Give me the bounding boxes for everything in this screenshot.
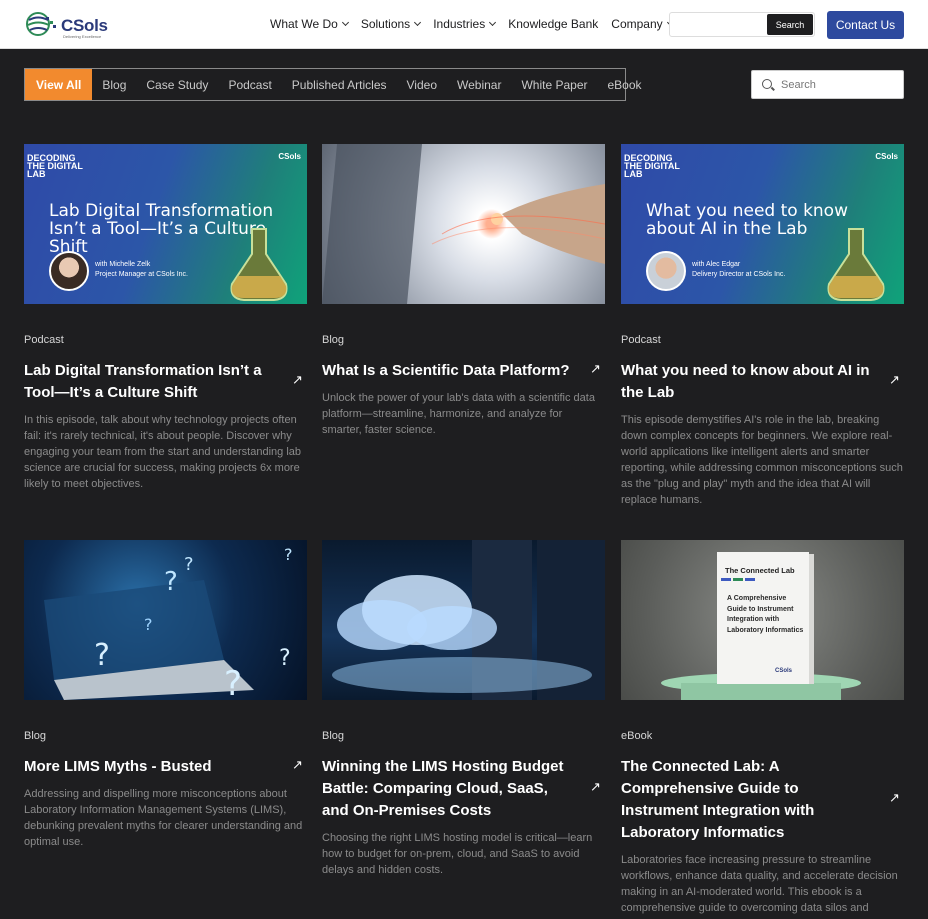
series-label: DECODING THE DIGITAL LAB: [27, 153, 83, 179]
filter-white-paper[interactable]: White Paper: [511, 69, 597, 100]
arrow-up-right-icon[interactable]: ↗: [292, 757, 303, 773]
nav-label: Industries: [433, 17, 486, 31]
svg-text:?: ?: [184, 554, 194, 575]
logo-tagline: Delivering Excellence: [63, 34, 102, 39]
laptop-question-marks-image: ? ? ? ? ? ? ?: [44, 545, 293, 700]
filter-webinar[interactable]: Webinar: [447, 69, 511, 100]
card-description: Laboratories face increasing pressure to…: [621, 854, 898, 914]
avatar: [49, 251, 89, 291]
svg-text:?: ?: [279, 646, 291, 671]
svg-text:?: ?: [94, 638, 110, 673]
arrow-up-right-icon[interactable]: ↗: [889, 790, 900, 806]
card-thumbnail[interactable]: DECODING THE DIGITAL LAB CSols Lab Digit…: [24, 144, 307, 304]
filter-podcast[interactable]: Podcast: [218, 69, 281, 100]
series-label: DECODING THE DIGITAL LAB: [624, 153, 680, 179]
filter-view-all[interactable]: View All: [25, 69, 93, 100]
cloud-server-image: [332, 540, 605, 700]
filter-published-articles[interactable]: Published Articles: [282, 69, 397, 100]
card-description: Unlock the power of your lab's data with…: [322, 392, 595, 436]
category-filter-bar: View All Blog Case Study Podcast Publish…: [24, 68, 642, 101]
logo-globe-icon: [26, 12, 56, 36]
guest-name: with Michelle Zelk: [95, 261, 151, 268]
card-title[interactable]: What you need to know about AI in the La…: [621, 360, 876, 404]
card-thumbnail[interactable]: [322, 144, 605, 304]
filter-blog[interactable]: Blog: [92, 69, 136, 100]
avatar: [646, 251, 686, 291]
nav-knowledge-bank[interactable]: Knowledge Bank: [508, 17, 598, 31]
svg-text:?: ?: [164, 567, 178, 597]
card-description: Addressing and dispelling more misconcep…: [24, 788, 303, 848]
guest-info: with Alec Edgar Delivery Director at CSol…: [692, 260, 785, 280]
header-search-input[interactable]: Search: [669, 12, 815, 37]
card-thumbnail[interactable]: [322, 540, 605, 700]
card-category: Blog: [322, 730, 345, 742]
guest-info: with Michelle Zelk Project Manager at CSo…: [95, 260, 188, 280]
header-search-button[interactable]: Search: [767, 14, 813, 35]
arrow-up-right-icon[interactable]: ↗: [590, 361, 601, 377]
card-thumbnail[interactable]: DECODING THE DIGITAL LAB CSols What you …: [621, 144, 904, 304]
search-placeholder: Search: [781, 79, 816, 91]
resource-search-input[interactable]: Search: [751, 70, 904, 99]
search-icon: [762, 79, 772, 89]
card-description: This episode demystifies AI's role in th…: [621, 414, 903, 506]
card-category: Podcast: [621, 334, 661, 346]
csols-logo[interactable]: CSols Delivering Excellence: [24, 11, 116, 39]
card-description: In this episode, talk about why technolo…: [24, 414, 302, 490]
nav-label: Knowledge Bank: [508, 17, 599, 31]
nav-label: Company: [611, 17, 663, 31]
card-category: eBook: [621, 730, 653, 742]
card-title[interactable]: What Is a Scientific Data Platform?: [322, 360, 577, 382]
nav-label: Solutions: [360, 17, 411, 31]
card-title[interactable]: Lab Digital Transformation Isn’t a Tool—…: [24, 360, 279, 404]
card-title[interactable]: The Connected Lab: A Comprehensive Guide…: [621, 756, 876, 844]
flask-icon: [230, 228, 288, 301]
nav-company[interactable]: Company: [611, 17, 674, 31]
card-thumbnail[interactable]: The Connected Lab A Comprehensive Guide …: [621, 540, 904, 700]
nav-label: What We Do: [270, 17, 338, 31]
main-nav: What We Do Solutions Industries Knowledg…: [270, 17, 686, 31]
filter-ebook[interactable]: eBook: [598, 69, 652, 100]
svg-text:?: ?: [224, 664, 242, 700]
guest-role: Delivery Director at CSols Inc.: [692, 271, 786, 278]
book-title: The Connected Lab: [725, 566, 795, 575]
contact-us-button[interactable]: Contact Us: [827, 11, 904, 39]
arrow-up-right-icon[interactable]: ↗: [889, 372, 900, 388]
chevron-down-icon: [489, 18, 497, 27]
filter-case-study[interactable]: Case Study: [136, 69, 218, 100]
filter-video[interactable]: Video: [397, 69, 447, 100]
guest-role: Project Manager at CSols Inc.: [95, 271, 188, 278]
svg-text:?: ?: [284, 545, 293, 564]
nav-what-we-do[interactable]: What We Do: [270, 17, 349, 31]
thumb-brand: CSols: [278, 152, 301, 161]
book-brand: CSols: [775, 668, 793, 674]
chevron-down-icon: [414, 18, 422, 27]
guest-name: with Alec Edgar: [692, 261, 741, 268]
logo-text: CSols: [61, 16, 108, 35]
flask-icon: [827, 228, 885, 301]
svg-text:?: ?: [144, 615, 153, 634]
site-header: CSols Delivering Excellence What We Do S…: [0, 0, 928, 49]
card-category: Blog: [322, 334, 345, 346]
card-category: Blog: [24, 730, 47, 742]
book-subtitle: A Comprehensive Guide to Instrument Inte…: [727, 595, 804, 634]
chevron-down-icon: [341, 18, 349, 27]
laptop-hand-image: [322, 144, 605, 304]
card-thumbnail[interactable]: ? ? ? ? ? ? ?: [24, 540, 307, 700]
arrow-up-right-icon[interactable]: ↗: [590, 779, 601, 795]
card-description: Choosing the right LIMS hosting model is…: [322, 832, 593, 876]
thumb-brand: CSols: [875, 152, 898, 161]
nav-solutions[interactable]: Solutions: [360, 17, 422, 31]
card-category: Podcast: [24, 334, 64, 346]
card-title[interactable]: Winning the LIMS Hosting Budget Battle: …: [322, 756, 577, 822]
arrow-up-right-icon[interactable]: ↗: [292, 372, 303, 388]
nav-industries[interactable]: Industries: [433, 17, 497, 31]
card-title[interactable]: More LIMS Myths - Busted: [24, 756, 279, 778]
